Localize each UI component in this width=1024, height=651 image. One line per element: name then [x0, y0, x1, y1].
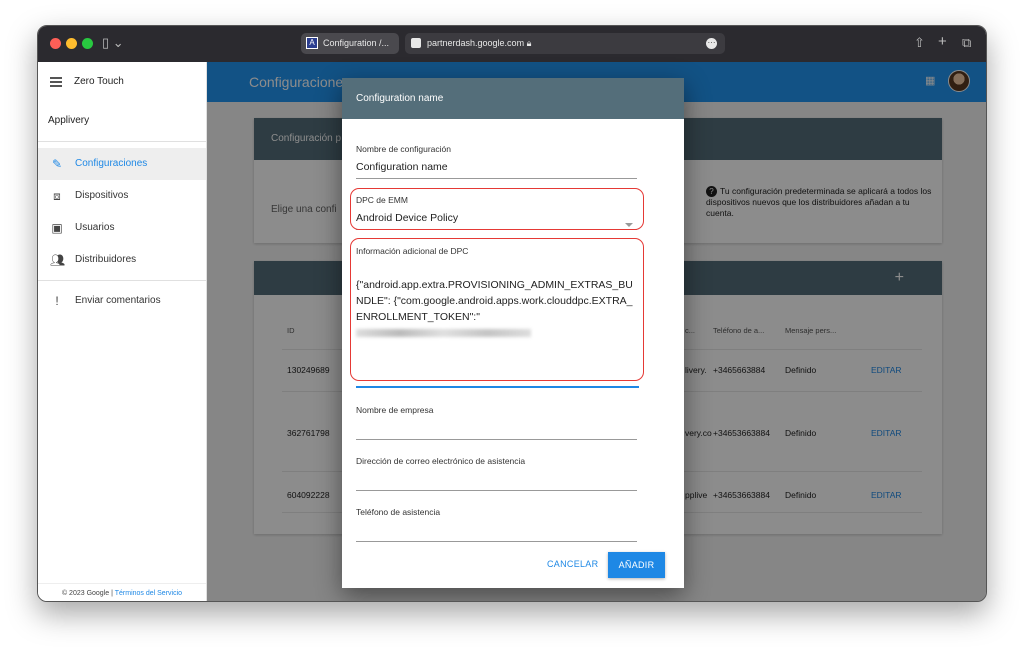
sidebar: Zero Touch Applivery ✎ Configuraciones ⧈… [38, 62, 207, 601]
share-icon[interactable]: ⇧ [914, 35, 925, 51]
new-tab-icon[interactable]: + [938, 33, 947, 50]
support-email-field: Dirección de correo electrónico de asist… [356, 456, 637, 491]
textarea-focus-underline [356, 386, 639, 388]
browser-window: ▯ ⌄ A Configuration /... partnerdash.goo… [37, 25, 987, 602]
sidebar-divider [38, 280, 206, 281]
sidebar-item-label: Configuraciones [75, 158, 148, 169]
support-phone-field: Teléfono de asistencia [356, 507, 637, 542]
lock-icon: 🔒︎ [526, 38, 532, 48]
menu-icon[interactable] [50, 77, 62, 87]
sidebar-toggle-icon[interactable]: ▯ ⌄ [102, 35, 124, 51]
config-name-field: Nombre de configuración Configuration na… [356, 144, 637, 179]
feedback-icon: ! [55, 294, 59, 308]
url-text: partnerdash.google.com [427, 38, 525, 48]
sidebar-item-label: Enviar comentarios [75, 295, 161, 306]
sidebar-item-label: Distribuidores [75, 254, 137, 265]
sidebar-header: Zero Touch [38, 62, 206, 102]
sidebar-item-dispositivos[interactable]: ⧈ Dispositivos [38, 180, 206, 212]
site-favicon-icon [411, 38, 421, 48]
app-name: Zero Touch [74, 76, 124, 87]
sidebar-item-usuarios[interactable]: ▣ Usuarios [38, 212, 206, 244]
sidebar-item-label: Dispositivos [75, 190, 129, 201]
zoom-window-button[interactable] [82, 38, 93, 49]
people-icon: 👥︎ [50, 253, 66, 267]
company-input[interactable] [356, 427, 637, 440]
config-name-label: Nombre de configuración [356, 144, 451, 154]
sidebar-item-distribuidores[interactable]: 👥︎ Distribuidores [38, 244, 206, 276]
dpc-highlight [350, 188, 644, 230]
sidebar-item-enviar-comentarios[interactable]: ! Enviar comentarios [38, 285, 206, 317]
browser-tab[interactable]: A Configuration /... [301, 33, 399, 54]
devices-icon: ⧈ [53, 189, 61, 203]
browser-titlebar: ▯ ⌄ A Configuration /... partnerdash.goo… [38, 26, 986, 62]
pencil-icon: ✎ [51, 157, 63, 171]
sidebar-item-configuraciones[interactable]: ✎ Configuraciones [38, 148, 206, 180]
configuration-dialog: Configuration name Nombre de configuraci… [342, 78, 684, 588]
address-bar[interactable]: partnerdash.google.com 🔒︎ ··· [405, 33, 725, 54]
close-window-button[interactable] [50, 38, 61, 49]
support-phone-label: Teléfono de asistencia [356, 507, 441, 517]
user-badge-icon: ▣ [51, 221, 63, 235]
sidebar-footer: © 2023 Google | Términos del Servicio [38, 583, 206, 601]
tab-overview-icon[interactable]: ⧉ [962, 35, 971, 51]
company-field: Nombre de empresa [356, 405, 637, 440]
add-button[interactable]: AÑADIR [608, 552, 665, 578]
cancel-button[interactable]: CANCELAR [547, 559, 598, 569]
sidebar-item-label: Usuarios [75, 222, 115, 233]
terms-link[interactable]: Términos del Servicio [115, 590, 182, 597]
minimize-window-button[interactable] [66, 38, 77, 49]
organization-name: Applivery [38, 102, 206, 142]
config-name-input[interactable]: Configuration name [356, 161, 637, 179]
support-email-label: Dirección de correo electrónico de asist… [356, 456, 526, 466]
tab-title: Configuration /... [323, 38, 390, 48]
company-label: Nombre de empresa [356, 405, 434, 415]
dialog-title: Configuration name [342, 78, 684, 119]
support-email-input[interactable] [356, 478, 637, 491]
support-phone-input[interactable] [356, 529, 637, 542]
tab-favicon-icon: A [306, 37, 318, 49]
copyright-text: © 2023 Google | [61, 590, 115, 597]
more-icon[interactable]: ··· [706, 38, 717, 49]
dpc-extra-highlight [350, 238, 644, 381]
